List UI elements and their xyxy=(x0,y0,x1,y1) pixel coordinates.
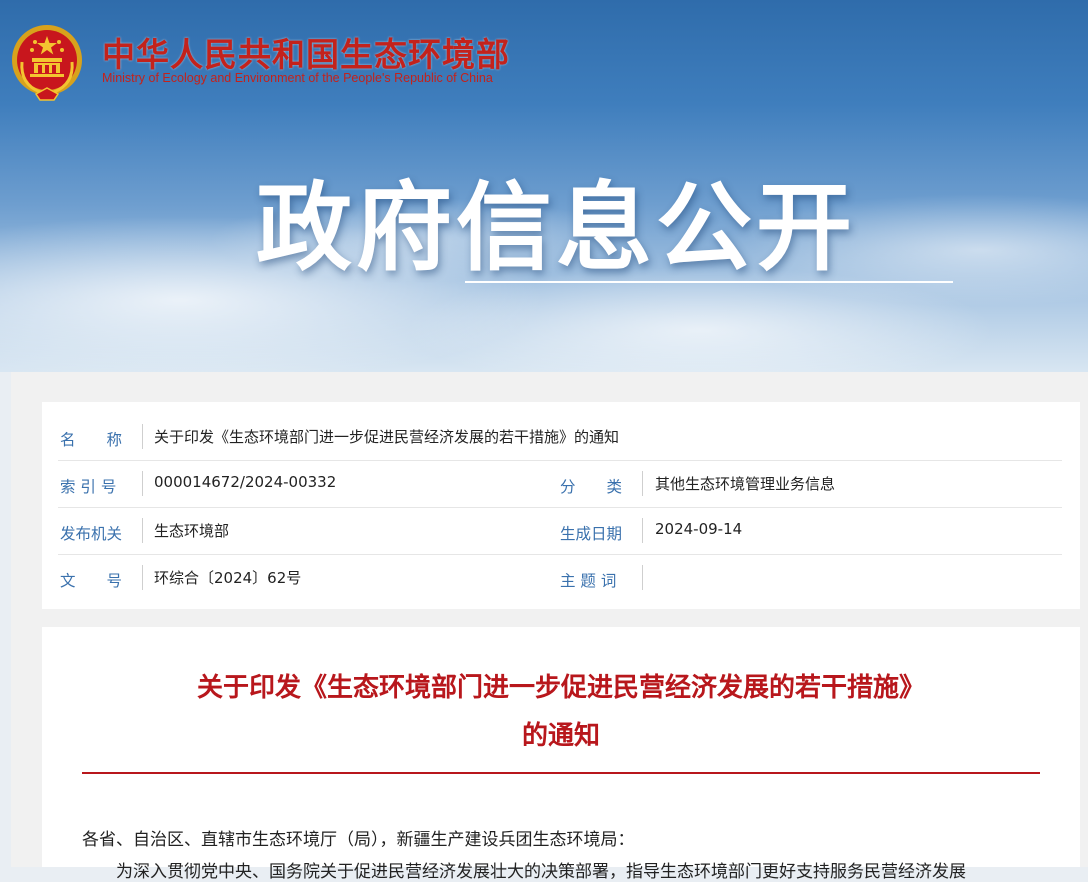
label-divider xyxy=(142,471,143,496)
title-divider xyxy=(82,772,1040,774)
index-label: 索 引 号 xyxy=(60,478,117,496)
ministry-name-cn[interactable]: 中华人民共和国生态环境部 xyxy=(102,28,510,76)
index-value: 000014672/2024-00332 xyxy=(154,473,337,491)
national-emblem-icon xyxy=(12,25,82,101)
meta-row-issuer: 发布机关 生态环境部 生成日期 2024-09-14 xyxy=(58,508,1062,555)
label-divider xyxy=(642,565,643,590)
label-divider xyxy=(642,471,643,496)
label-divider xyxy=(142,565,143,590)
title-underline xyxy=(465,281,953,283)
article-body-line: 为深入贯彻党中央、国务院关于促进民营经济发展壮大的决策部署，指导生态环境部门更好… xyxy=(116,862,966,882)
document-metadata-card: 名 称 关于印发《生态环境部门进一步促进民营经济发展的若干措施》的通知 索 引 … xyxy=(42,402,1080,609)
header-banner: 中华人民共和国生态环境部 Ministry of Ecology and Env… xyxy=(0,0,1088,372)
label-divider xyxy=(642,518,643,543)
name-value: 关于印发《生态环境部门进一步促进民营经济发展的若干措施》的通知 xyxy=(154,428,620,446)
docno-value: 环综合〔2024〕62号 xyxy=(154,569,302,587)
meta-row-index: 索 引 号 000014672/2024-00332 分 类 其他生态环境管理业… xyxy=(58,461,1062,508)
article-salutation: 各省、自治区、直辖市生态环境厅（局），新疆生产建设兵团生态环境局： xyxy=(82,830,635,850)
name-label: 名 称 xyxy=(60,431,123,449)
section-title: 政府信息公开 xyxy=(256,172,856,284)
category-label: 分 类 xyxy=(560,478,623,496)
article-title-line2: 的通知 xyxy=(521,721,600,751)
subject-label: 主 题 词 xyxy=(560,572,617,590)
date-label: 生成日期 xyxy=(560,525,623,543)
meta-row-docno: 文 号 环综合〔2024〕62号 主 题 词 xyxy=(58,555,1062,601)
article-title-line1: 关于印发《生态环境部门进一步促进民营经济发展的若干措施》 xyxy=(196,673,925,703)
ministry-name-en[interactable]: Ministry of Ecology and Environment of t… xyxy=(102,71,493,85)
date-value: 2024-09-14 xyxy=(655,520,743,538)
issuer-label: 发布机关 xyxy=(60,525,123,543)
meta-row-name: 名 称 关于印发《生态环境部门进一步促进民营经济发展的若干措施》的通知 xyxy=(58,414,1062,461)
issuer-value: 生态环境部 xyxy=(154,522,230,540)
label-divider xyxy=(142,424,143,449)
category-value: 其他生态环境管理业务信息 xyxy=(655,475,836,493)
label-divider xyxy=(142,518,143,543)
article-card: 关于印发《生态环境部门进一步促进民营经济发展的若干措施》 的通知 各省、自治区、… xyxy=(42,627,1080,882)
docno-label: 文 号 xyxy=(60,572,123,590)
